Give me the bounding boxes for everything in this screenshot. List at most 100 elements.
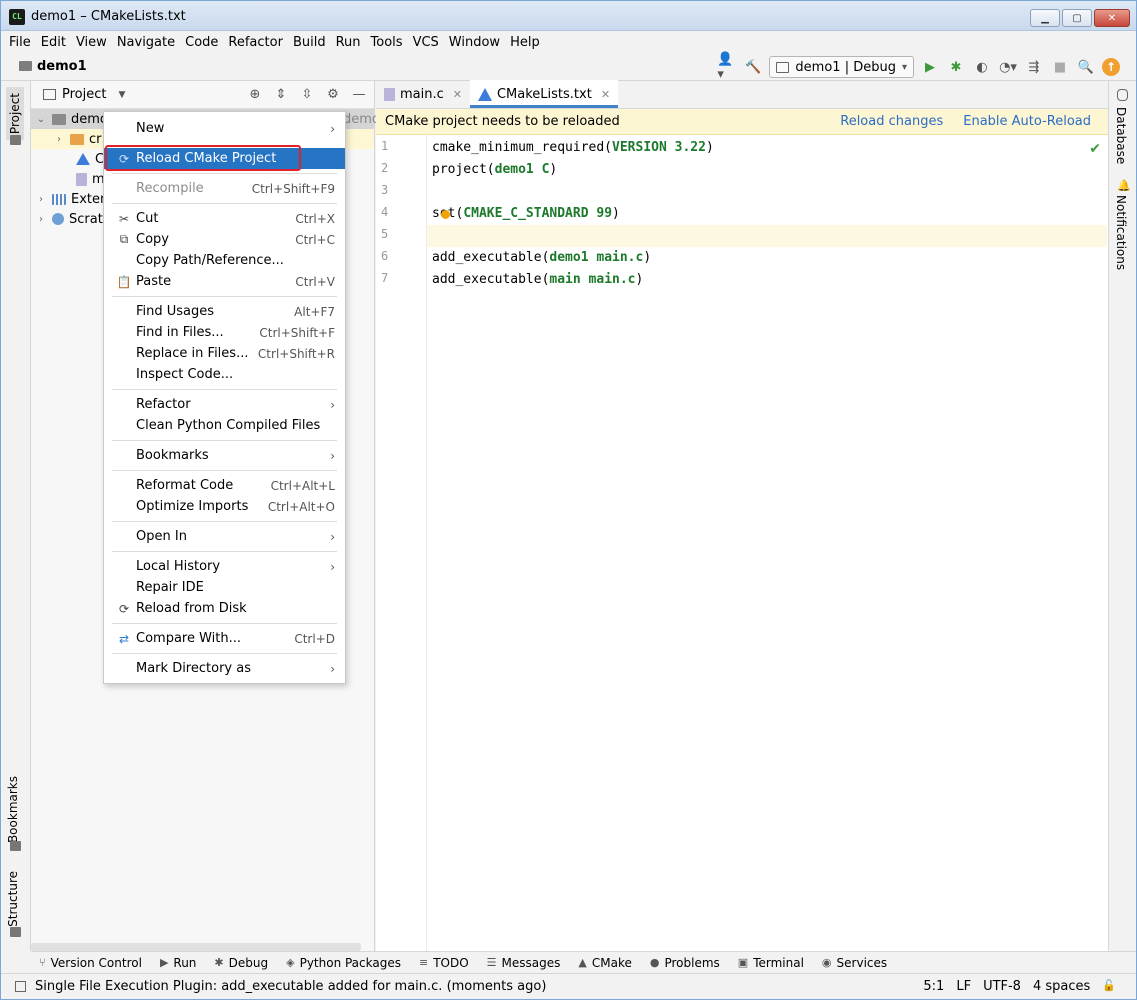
hide-icon[interactable]: —: [350, 85, 368, 103]
menu-item-find-usages[interactable]: Find Usages Alt+F7: [104, 301, 345, 322]
expand-all-icon[interactable]: ⇕: [272, 85, 290, 103]
breadcrumb-project[interactable]: demo1: [37, 59, 87, 74]
notifications-tool-tab[interactable]: Notifications: [1114, 195, 1128, 270]
code-line[interactable]: cmake_minimum_required(VERSION 3.22): [427, 137, 1107, 159]
menu-build[interactable]: Build: [293, 35, 326, 50]
tab-cmakelists[interactable]: CMakeLists.txt ✕: [469, 80, 619, 108]
project-panel-title[interactable]: Project: [62, 87, 106, 102]
chevron-right-icon[interactable]: ›: [35, 214, 47, 225]
menu-item-repair-ide[interactable]: Repair IDE: [104, 577, 345, 598]
code-line[interactable]: add_executable(main main.c): [427, 269, 1107, 291]
code-line[interactable]: project(demo1 C): [427, 159, 1107, 181]
reload-changes-link[interactable]: Reload changes: [840, 114, 943, 129]
menu-help[interactable]: Help: [510, 35, 540, 50]
tool-version-control[interactable]: ⑂ Version Control: [39, 956, 142, 970]
menu-edit[interactable]: Edit: [41, 35, 66, 50]
code-line[interactable]: add_executable(demo1 main.c): [427, 247, 1107, 269]
menu-item-mark-directory-as[interactable]: Mark Directory as ›: [104, 658, 345, 679]
menu-item-open-in[interactable]: Open In ›: [104, 526, 345, 547]
menu-run[interactable]: Run: [336, 35, 361, 50]
project-tool-tab[interactable]: Project: [6, 87, 24, 141]
user-icon[interactable]: 👤▾: [717, 52, 737, 82]
search-icon[interactable]: 🔍: [1076, 57, 1096, 77]
menu-file[interactable]: File: [9, 35, 31, 50]
file-encoding[interactable]: UTF-8: [983, 979, 1021, 994]
code-line[interactable]: set(CMAKE_C_STANDARD 99): [427, 203, 1107, 225]
menu-window[interactable]: Window: [449, 35, 500, 50]
tool-services[interactable]: ◉ Services: [822, 956, 887, 970]
status-toggle-icon[interactable]: [15, 981, 26, 992]
chevron-right-icon[interactable]: ›: [35, 194, 47, 205]
structure-tool-tab[interactable]: Structure: [6, 871, 20, 927]
menu-item-compare-with[interactable]: ⇄ Compare With... Ctrl+D: [104, 628, 345, 649]
indent-setting[interactable]: 4 spaces: [1033, 979, 1090, 994]
menu-item-cut[interactable]: ✂ Cut Ctrl+X: [104, 208, 345, 229]
collapse-all-icon[interactable]: ⇳: [298, 85, 316, 103]
locate-icon[interactable]: ⊕: [246, 85, 264, 103]
menu-item-label: Paste: [136, 274, 172, 289]
close-icon[interactable]: ✕: [453, 88, 462, 101]
lightbulb-icon[interactable]: [441, 210, 450, 219]
enable-auto-reload-link[interactable]: Enable Auto-Reload: [963, 114, 1091, 129]
menu-item-reload-from-disk[interactable]: ⟳ Reload from Disk: [104, 598, 345, 619]
update-icon[interactable]: ↑: [1102, 58, 1120, 76]
line-separator[interactable]: LF: [956, 979, 971, 994]
menu-item-local-history[interactable]: Local History ›: [104, 556, 345, 577]
chevron-down-icon[interactable]: ⌄: [35, 114, 47, 125]
caret-position[interactable]: 5:1: [923, 979, 944, 994]
code-area[interactable]: cmake_minimum_required(VERSION 3.22) pro…: [427, 135, 1107, 951]
menu-refactor[interactable]: Refactor: [228, 35, 283, 50]
menu-item-copy[interactable]: ⧉ Copy Ctrl+C: [104, 229, 345, 250]
menu-item-new[interactable]: New ›: [104, 118, 345, 139]
tab-main-c[interactable]: main.c ✕: [376, 80, 470, 108]
menu-code[interactable]: Code: [185, 35, 218, 50]
menu-item-inspect-code[interactable]: Inspect Code...: [104, 364, 345, 385]
chevron-down-icon[interactable]: ▼: [118, 90, 125, 100]
tool-python-packages[interactable]: ◈ Python Packages: [286, 956, 401, 970]
tool-run[interactable]: ▶ Run: [160, 956, 196, 970]
tool-terminal[interactable]: ▣ Terminal: [738, 956, 804, 970]
tool-problems[interactable]: ● Problems: [650, 956, 720, 970]
code-keyword: main main.c: [549, 272, 636, 287]
menu-item-reformat-code[interactable]: Reformat Code Ctrl+Alt+L: [104, 475, 345, 496]
gear-icon[interactable]: ⚙: [324, 85, 342, 103]
menu-item-paste[interactable]: 📋 Paste Ctrl+V: [104, 271, 345, 292]
code-line-current[interactable]: [427, 225, 1107, 247]
tool-todo[interactable]: ≡ TODO: [419, 956, 469, 970]
chevron-right-icon[interactable]: ›: [53, 134, 65, 145]
menu-view[interactable]: View: [76, 35, 107, 50]
menu-vcs[interactable]: VCS: [413, 35, 439, 50]
coverage-icon[interactable]: ◐: [972, 57, 992, 77]
lock-icon[interactable]: 🔓: [1102, 979, 1116, 994]
database-tool-tab[interactable]: Database: [1114, 107, 1128, 164]
stop-icon[interactable]: ■: [1050, 57, 1070, 77]
attach-icon[interactable]: ⇶: [1024, 57, 1044, 77]
minimize-button[interactable]: ▁: [1030, 9, 1060, 27]
build-hammer-icon[interactable]: 🔨: [743, 57, 763, 77]
close-button[interactable]: ✕: [1094, 9, 1130, 27]
run-icon[interactable]: ▶: [920, 57, 940, 77]
run-config-selector[interactable]: demo1 | Debug ▾: [769, 56, 914, 78]
bookmarks-tool-tab[interactable]: Bookmarks: [6, 776, 20, 843]
horizontal-scrollbar[interactable]: [31, 943, 361, 951]
maximize-button[interactable]: ▢: [1062, 9, 1092, 27]
debug-icon[interactable]: ✱: [946, 57, 966, 77]
menu-navigate[interactable]: Navigate: [117, 35, 175, 50]
menu-item-bookmarks[interactable]: Bookmarks ›: [104, 445, 345, 466]
code-line[interactable]: [427, 181, 1107, 203]
menu-item-replace-in-files[interactable]: Replace in Files... Ctrl+Shift+R: [104, 343, 345, 364]
tool-debug[interactable]: ✱ Debug: [214, 956, 268, 970]
menu-item-refactor[interactable]: Refactor ›: [104, 394, 345, 415]
menu-item-clean-python[interactable]: Clean Python Compiled Files: [104, 415, 345, 436]
menu-tools[interactable]: Tools: [371, 35, 403, 50]
profile-icon[interactable]: ◔▾: [998, 57, 1018, 77]
tool-cmake[interactable]: ▲ CMake: [578, 956, 631, 970]
tool-messages[interactable]: ☰ Messages: [487, 956, 561, 970]
menu-item-optimize-imports[interactable]: Optimize Imports Ctrl+Alt+O: [104, 496, 345, 517]
menu-item-copy-path[interactable]: Copy Path/Reference...: [104, 250, 345, 271]
status-message[interactable]: Single File Execution Plugin: add_execut…: [35, 979, 546, 994]
menu-item-find-in-files[interactable]: Find in Files... Ctrl+Shift+F: [104, 322, 345, 343]
close-icon[interactable]: ✕: [601, 88, 610, 101]
status-bar: Single File Execution Plugin: add_execut…: [1, 973, 1136, 999]
menu-item-recompile[interactable]: Recompile Ctrl+Shift+F9: [104, 178, 345, 199]
